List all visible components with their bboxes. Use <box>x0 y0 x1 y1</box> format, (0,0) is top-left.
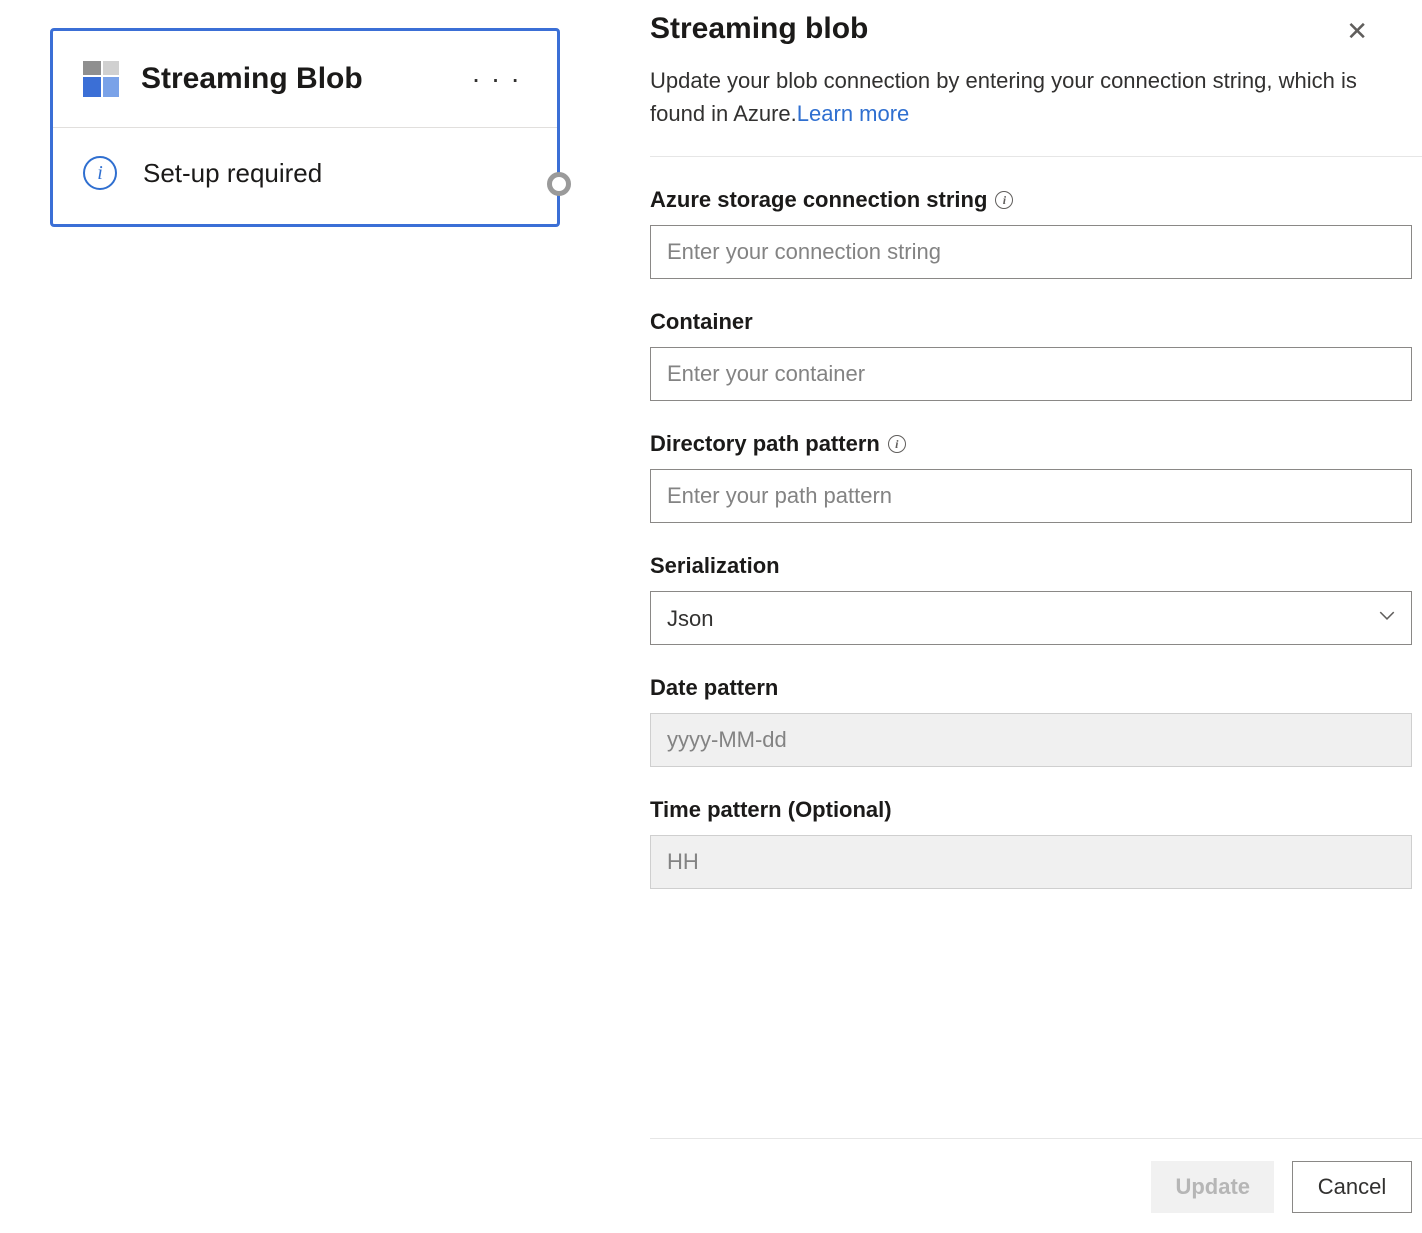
panel-header: Streaming blob ✕ Update your blob connec… <box>650 12 1422 157</box>
field-serialization: Serialization Json <box>650 553 1412 645</box>
panel-footer: Update Cancel <box>650 1138 1422 1233</box>
node-status-text: Set-up required <box>143 158 322 189</box>
field-time-pattern: Time pattern (Optional) <box>650 797 1412 889</box>
date-pattern-label: Date pattern <box>650 675 778 701</box>
learn-more-link[interactable]: Learn more <box>797 101 910 126</box>
time-pattern-input <box>650 835 1412 889</box>
panel-title: Streaming blob <box>650 12 1342 46</box>
close-icon[interactable]: ✕ <box>1342 14 1372 48</box>
directory-pattern-input[interactable] <box>650 469 1412 523</box>
node-title: Streaming Blob <box>141 62 466 96</box>
streaming-blob-node[interactable]: Streaming Blob . . . i Set-up required <box>50 28 560 227</box>
blob-storage-icon <box>83 61 119 97</box>
panel-body: Azure storage connection string i Contai… <box>650 157 1422 1138</box>
field-date-pattern: Date pattern <box>650 675 1412 767</box>
connection-string-label: Azure storage connection string <box>650 187 987 213</box>
update-button: Update <box>1151 1161 1274 1213</box>
node-header: Streaming Blob . . . <box>53 31 557 128</box>
serialization-select[interactable]: Json <box>650 591 1412 645</box>
panel-description-text: Update your blob connection by entering … <box>650 68 1357 126</box>
date-pattern-input <box>650 713 1412 767</box>
field-directory-pattern: Directory path pattern i <box>650 431 1412 523</box>
node-body: i Set-up required <box>53 128 557 224</box>
time-pattern-label: Time pattern (Optional) <box>650 797 892 823</box>
config-panel: Streaming blob ✕ Update your blob connec… <box>620 0 1422 1233</box>
container-label: Container <box>650 309 753 335</box>
field-connection-string: Azure storage connection string i <box>650 187 1412 279</box>
field-container: Container <box>650 309 1412 401</box>
panel-description: Update your blob connection by entering … <box>650 64 1372 130</box>
help-icon[interactable]: i <box>888 435 906 453</box>
canvas: Streaming Blob . . . i Set-up required <box>0 0 620 1233</box>
help-icon[interactable]: i <box>995 191 1013 209</box>
directory-pattern-label: Directory path pattern <box>650 431 880 457</box>
node-more-button[interactable]: . . . <box>466 59 527 87</box>
cancel-button[interactable]: Cancel <box>1292 1161 1412 1213</box>
serialization-label: Serialization <box>650 553 780 579</box>
connection-string-input[interactable] <box>650 225 1412 279</box>
info-icon: i <box>83 156 117 190</box>
node-output-port[interactable] <box>547 172 571 196</box>
container-input[interactable] <box>650 347 1412 401</box>
